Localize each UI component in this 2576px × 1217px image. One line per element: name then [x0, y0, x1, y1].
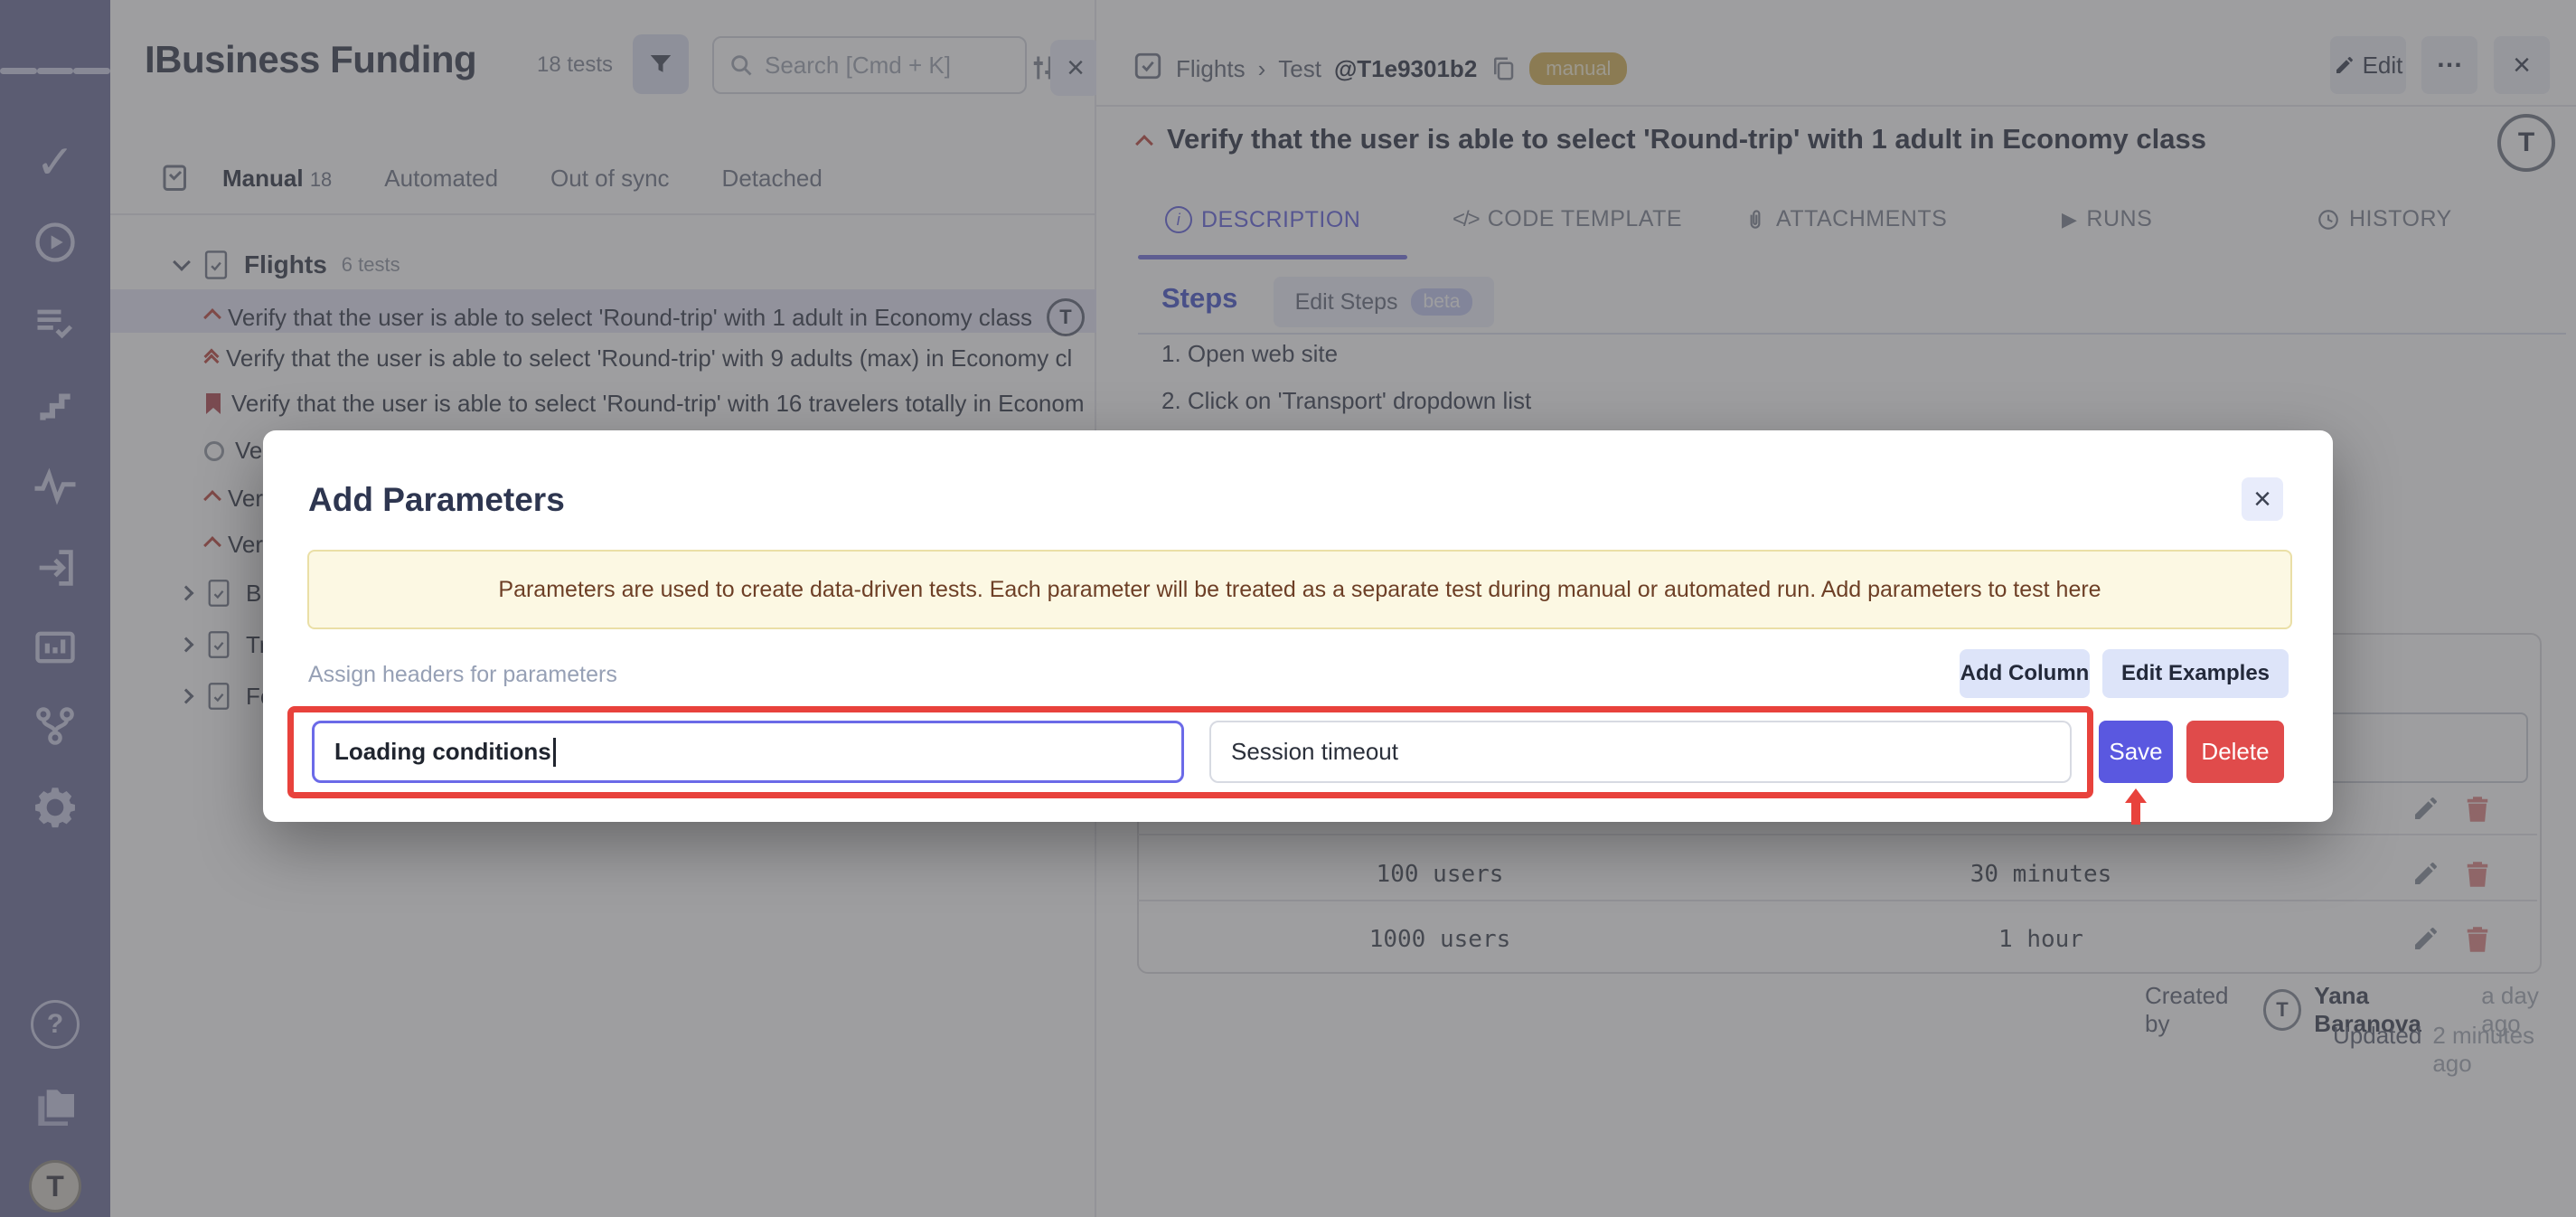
close-icon: × — [2253, 482, 2271, 517]
annotation-arrow — [2116, 787, 2156, 825]
annotation-rectangle — [287, 706, 2093, 798]
modal-title: Add Parameters — [308, 481, 565, 519]
add-column-button[interactable]: Add Column — [1960, 649, 2090, 698]
edit-examples-button[interactable]: Edit Examples — [2102, 649, 2289, 698]
info-text: Parameters are used to create data-drive… — [498, 577, 2101, 603]
add-parameters-modal: Add Parameters × Parameters are used to … — [263, 430, 2333, 822]
info-banner: Parameters are used to create data-drive… — [307, 550, 2292, 629]
assign-headers-label: Assign headers for parameters — [308, 662, 617, 688]
app-root: ✓ ? T — [0, 0, 2576, 1217]
delete-button[interactable]: Delete — [2186, 721, 2284, 783]
save-button[interactable]: Save — [2099, 721, 2173, 783]
modal-close-button[interactable]: × — [2242, 477, 2283, 521]
